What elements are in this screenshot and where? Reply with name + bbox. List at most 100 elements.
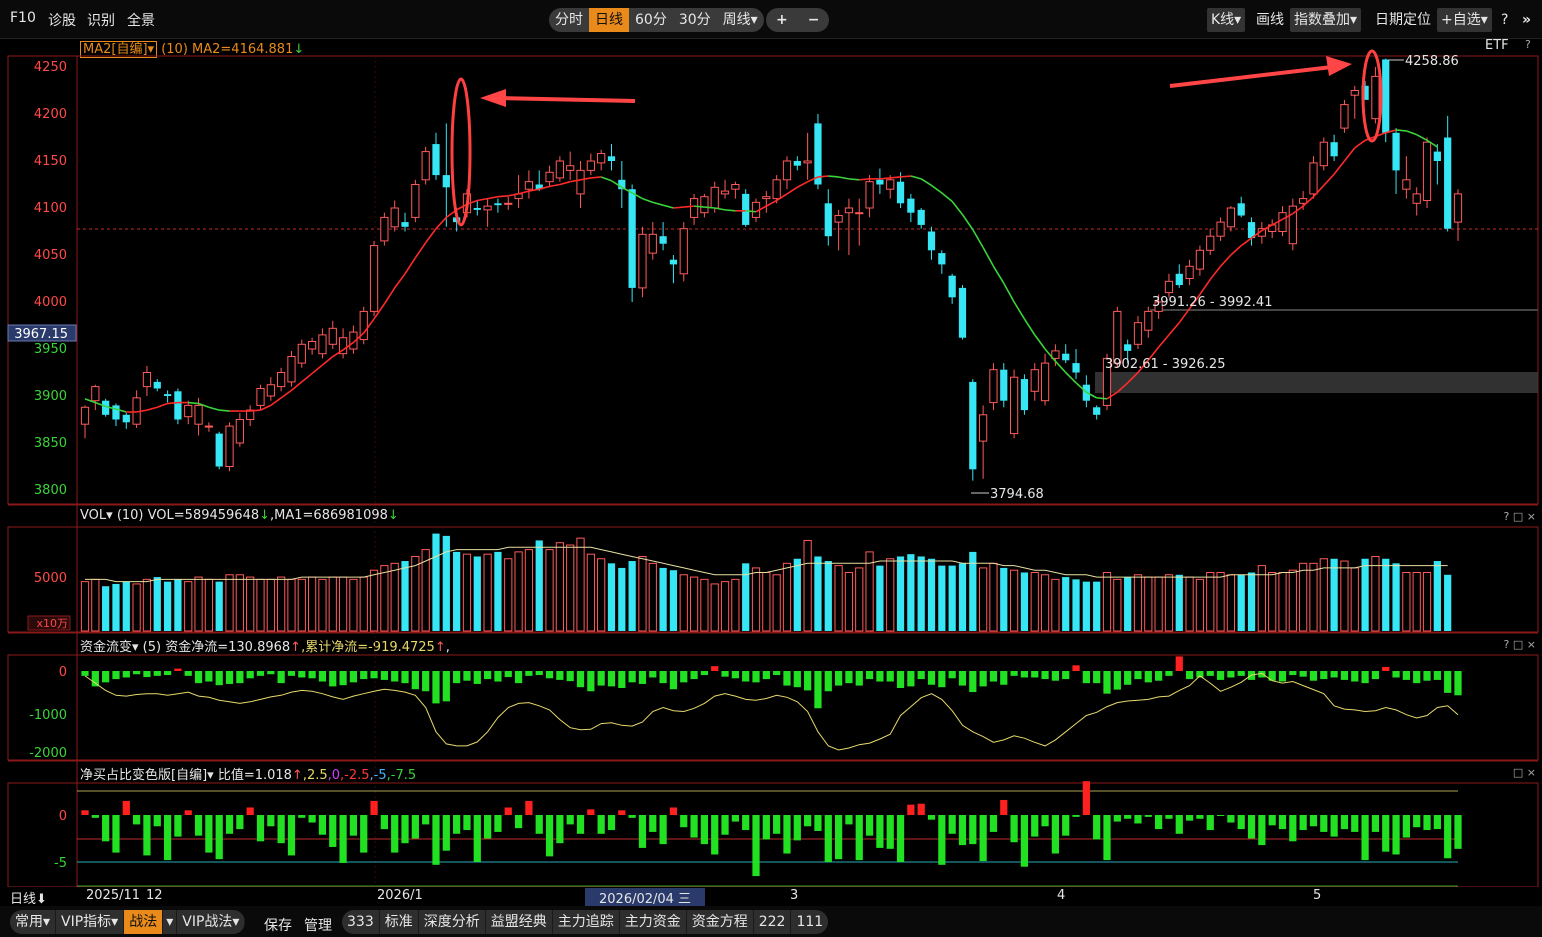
- ratio-bar: [731, 815, 739, 822]
- common-dropdown[interactable]: 常用▾: [10, 910, 57, 934]
- ratio-bar: [1216, 815, 1225, 816]
- candle-body: [1009, 376, 1019, 435]
- stock-chart[interactable]: 4250 4200 4150 4100 4050 4000 3950 3900 …: [0, 0, 1542, 887]
- candle: [256, 384, 265, 411]
- fund-flow-bar: [1371, 671, 1380, 680]
- volume-bar: [1093, 581, 1101, 631]
- template-deep-analysis[interactable]: 深度分析: [419, 910, 486, 934]
- ratio-bar: [762, 815, 770, 840]
- template-main-tracking[interactable]: 主力追踪: [553, 910, 620, 934]
- candle-body: [91, 386, 100, 402]
- save-button[interactable]: 保存: [264, 915, 292, 935]
- volume-bar: [246, 576, 255, 632]
- date-mode[interactable]: 日线⬇: [10, 888, 47, 907]
- fund-flow-bar: [1000, 671, 1008, 685]
- candle-body: [1000, 369, 1008, 401]
- candle-body: [80, 406, 90, 425]
- fund-flow-bar: [535, 671, 543, 676]
- template-fund-equation[interactable]: 资金方程: [687, 910, 754, 934]
- fund-flow-bar: [318, 671, 327, 682]
- ratio-bar: [525, 800, 533, 815]
- volume-bar: [803, 539, 812, 632]
- volume-bar: [1040, 574, 1050, 632]
- ratio-bar: [1124, 815, 1132, 819]
- ma2-segment: [900, 175, 911, 178]
- candle-body: [1299, 198, 1308, 204]
- ratio-bar: [1268, 815, 1276, 826]
- candle: [153, 379, 161, 392]
- ma2-segment: [1230, 245, 1242, 256]
- volume-bar: [1268, 571, 1277, 632]
- candle: [266, 377, 275, 401]
- strategy-tab[interactable]: 战法: [124, 910, 164, 934]
- volume-bar: [1226, 574, 1236, 632]
- candle: [1164, 273, 1174, 298]
- ratio-bar: [102, 815, 110, 842]
- fund-flow-bar: [525, 671, 533, 676]
- manage-button[interactable]: 管理: [304, 915, 332, 935]
- ma2-segment: [425, 228, 437, 244]
- date-label-3: 3: [790, 888, 799, 903]
- candle-body: [122, 414, 130, 423]
- volume-bar: [782, 562, 792, 632]
- candle: [204, 422, 213, 432]
- vip-indicator-dropdown[interactable]: VIP指标▾: [56, 910, 125, 934]
- current-price-label: 3967.15: [14, 327, 68, 342]
- volume-bar: [1020, 572, 1029, 631]
- strategy-dropdown-icon[interactable]: ▾: [163, 910, 178, 934]
- ma2-segment: [311, 364, 323, 375]
- fund-flow-bar: [1289, 671, 1297, 676]
- volume-bar: [710, 583, 719, 632]
- ratio-bar: [432, 815, 440, 865]
- template-main-funds[interactable]: 主力资金: [620, 910, 687, 934]
- candle: [628, 184, 636, 302]
- candle: [917, 208, 925, 229]
- candle: [122, 412, 130, 429]
- template-111[interactable]: 111: [791, 910, 828, 934]
- candle: [359, 306, 368, 345]
- fund-flow-bar: [1062, 671, 1070, 680]
- candle: [80, 405, 90, 439]
- ma2-segment: [879, 177, 891, 180]
- candle: [1319, 137, 1328, 171]
- fund-flow-bar: [927, 671, 936, 685]
- candle-body: [855, 212, 864, 215]
- candle: [421, 146, 430, 185]
- candle: [411, 179, 420, 223]
- ma2-segment: [1343, 147, 1356, 162]
- candle-body: [1124, 344, 1132, 351]
- volume-bar: [1382, 558, 1390, 631]
- volume-bar: [287, 578, 296, 632]
- ma2-segment: [404, 257, 417, 275]
- ma2-segment: [951, 200, 964, 216]
- ma2-segment: [1158, 334, 1170, 348]
- ma2-segment: [1168, 322, 1180, 336]
- vol-tick-5000: 5000: [34, 571, 67, 586]
- ratio-bar: [876, 815, 884, 848]
- template-333[interactable]: 333: [342, 910, 380, 934]
- candle: [1330, 134, 1338, 161]
- candle: [246, 405, 255, 427]
- candle-body: [1206, 235, 1215, 251]
- ratio-bar: [494, 815, 502, 832]
- fund-flow-bar: [762, 671, 770, 680]
- ma2-segment: [290, 381, 303, 391]
- candle-body: [948, 275, 956, 298]
- ma2-segment: [714, 207, 726, 211]
- vip-strategy-dropdown[interactable]: VIP战法▾: [177, 910, 246, 934]
- candle-body: [1030, 369, 1039, 392]
- volume-bar: [1340, 560, 1349, 632]
- candle-body: [401, 222, 409, 227]
- candle: [390, 200, 399, 232]
- template-standard[interactable]: 标准: [380, 910, 419, 934]
- volume-bar: [1009, 569, 1019, 632]
- volume-bar: [80, 581, 90, 632]
- candle: [927, 226, 936, 260]
- candle-body: [1226, 207, 1236, 228]
- fund-tick-2000: -2000: [29, 746, 67, 761]
- ratio-bar: [236, 815, 244, 830]
- candle: [307, 337, 317, 355]
- ratio-bar: [1423, 815, 1431, 831]
- template-classic[interactable]: 益盟经典: [486, 910, 553, 934]
- template-222[interactable]: 222: [754, 910, 792, 934]
